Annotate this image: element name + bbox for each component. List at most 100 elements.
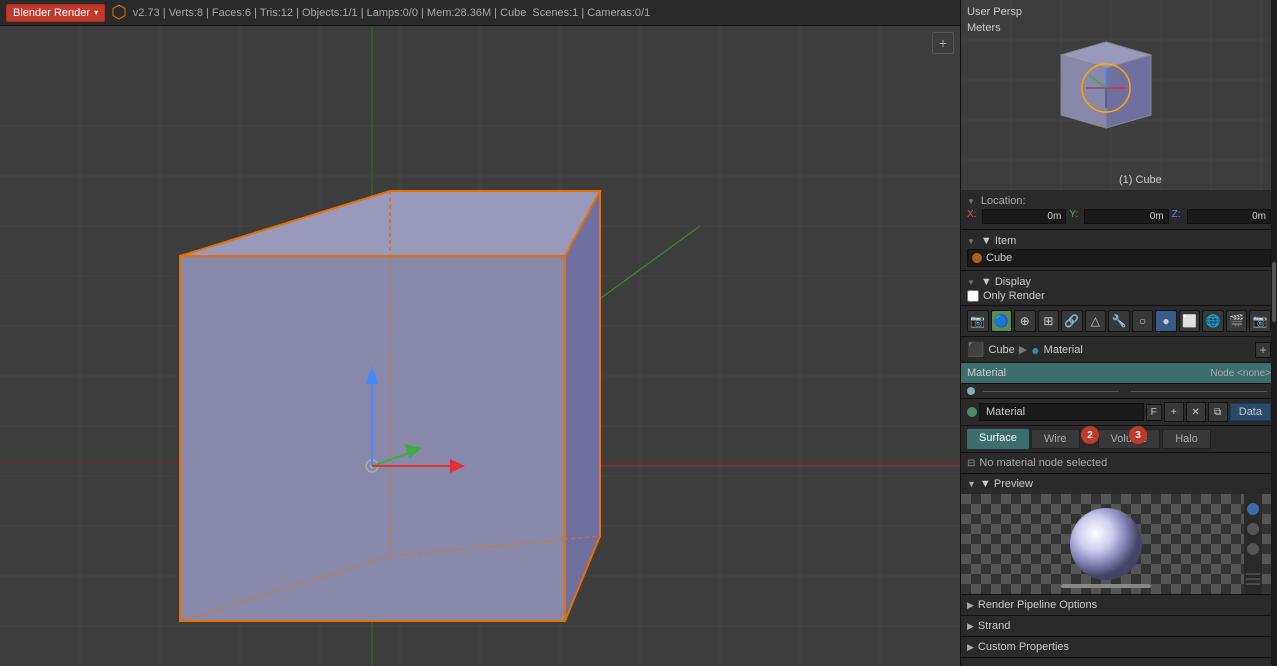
modifiers-icon-btn[interactable]: 🔧 <box>1108 310 1130 332</box>
item-section: ▼ ▼ Item Cube <box>961 230 1277 271</box>
topbar-scene-info: Scenes:1 | Cameras:0/1 <box>532 7 650 19</box>
material-panel: Material Node <none> Material F + ✕ ⧉ Da… <box>961 363 1277 666</box>
particle-icon-btn[interactable]: ⊕ <box>1014 310 1036 332</box>
svg-text:(1) Cube: (1) Cube <box>1119 174 1162 186</box>
no-node-icon: ⊟ <box>967 458 975 469</box>
render-icon-btn[interactable]: 📷 <box>1249 310 1271 332</box>
cube-icon: ⬛ <box>967 341 984 358</box>
mini-viewport: (1) Cube User Persp Meters <box>961 0 1277 190</box>
properties-area: ▼ Location: X: 0m Y: 0m Z: 0m <box>961 190 1277 230</box>
item-color-dot <box>972 253 982 263</box>
viewport-expand-btn[interactable]: + <box>932 32 954 54</box>
custom-properties-label: Custom Properties <box>978 641 1069 653</box>
item-name: Cube <box>986 252 1012 264</box>
blender-logo: ⬡ <box>111 2 127 23</box>
x-coord-label: X: <box>967 209 979 224</box>
preview-checkerboard <box>961 494 1277 594</box>
preview-arrow: ▼ <box>967 479 976 489</box>
material-f-label: F <box>1146 404 1162 421</box>
material-sep-line <box>983 391 1119 392</box>
only-render-row: Only Render <box>967 290 1271 302</box>
y-coord-label: Y: <box>1069 209 1081 224</box>
material-node-label: Node <none> <box>1210 368 1271 379</box>
material-x-btn[interactable]: ✕ <box>1186 402 1206 422</box>
display-header-row: ▼ ▼ Display <box>967 276 1271 288</box>
right-panel: (1) Cube User Persp Meters ▼ Location: X… <box>960 0 1277 666</box>
strand-label: Strand <box>978 620 1010 632</box>
render-engine-label: Blender Render <box>13 7 90 19</box>
only-render-checkbox[interactable] <box>967 290 979 302</box>
preview-header[interactable]: ▼ ▼ Preview <box>961 474 1277 494</box>
viewport-grid <box>0 26 960 666</box>
material-sep-line-2 <box>1131 391 1267 392</box>
y-coord-value[interactable]: 0m <box>1084 209 1168 224</box>
no-node-text: No material node selected <box>979 457 1107 469</box>
no-node-message: ⊟ No material node selected <box>961 453 1277 474</box>
material-data-btn[interactable]: Data <box>1230 403 1271 421</box>
mini-viewport-units-label: Meters <box>967 22 1001 34</box>
wire-tab[interactable]: Wire <box>1031 429 1080 449</box>
render-pipeline-arrow: ▶ <box>967 600 974 611</box>
badge-2: 2 <box>1081 426 1099 444</box>
scrollbar-thumb <box>1272 262 1276 322</box>
material-plus-btn[interactable]: + <box>1164 402 1184 422</box>
topbar-stats: v2.73 | Verts:8 | Faces:6 | Tris:12 | Ob… <box>133 7 527 19</box>
only-render-label: Only Render <box>983 290 1045 302</box>
material-sphere-btn[interactable]: ● <box>1155 310 1177 332</box>
render-pipeline-section[interactable]: ▶ Render Pipeline Options <box>961 595 1277 616</box>
material-name-input[interactable]: Material <box>979 403 1144 421</box>
mini-viewport-svg: (1) Cube <box>961 0 1277 190</box>
render-engine-arrow: ▾ <box>94 8 98 17</box>
scene-icon-btn[interactable]: 🎬 <box>1226 310 1248 332</box>
main-viewport[interactable]: + <box>0 26 960 666</box>
preview-area <box>961 494 1277 594</box>
item-expand-arrow: ▼ <box>967 237 975 246</box>
material-left-label: Material <box>967 367 1006 379</box>
location-label: Location: <box>981 195 1026 207</box>
camera-icon-btn[interactable]: 📷 <box>967 310 989 332</box>
mini-viewport-perspective-label: User Persp <box>967 6 1022 18</box>
breadcrumb-arrow: ▶ <box>1019 343 1027 356</box>
material-copy-btn[interactable]: ⧉ <box>1208 402 1228 422</box>
material-name-row: Material F + ✕ ⧉ Data <box>961 399 1277 426</box>
constraints-icon-btn[interactable]: 🔗 <box>1061 310 1083 332</box>
item-header-row: ▼ ▼ Item <box>967 235 1271 247</box>
breadcrumb-material: Material <box>1044 344 1083 356</box>
z-coord-value[interactable]: 0m <box>1187 209 1271 224</box>
location-inputs: X: 0m Y: 0m Z: 0m <box>967 209 1271 224</box>
z-coord-label: Z: <box>1172 209 1184 224</box>
object-icon-btn[interactable]: ○ <box>1132 310 1154 332</box>
render-pipeline-label: Render Pipeline Options <box>978 599 1097 611</box>
display-section: ▼ ▼ Display Only Render <box>961 271 1277 306</box>
material-color-dot <box>967 407 977 417</box>
location-label-row: ▼ Location: <box>967 195 1271 207</box>
preview-label: ▼ Preview <box>980 478 1033 490</box>
custom-properties-section[interactable]: ▶ Custom Properties <box>961 637 1277 658</box>
data-icon-btn[interactable]: △ <box>1085 310 1107 332</box>
surface-tab[interactable]: Surface <box>967 429 1029 449</box>
top-bar: Blender Render ▾ ⬡ v2.73 | Verts:8 | Fac… <box>0 0 960 26</box>
strand-arrow: ▶ <box>967 621 974 632</box>
texture-icon-btn[interactable]: ⬜ <box>1179 310 1201 332</box>
world-icon-btn[interactable]: 🌐 <box>1202 310 1224 332</box>
breadcrumb-bar: ⬛ Cube ▶ ● Material + <box>961 337 1277 363</box>
halo-tab[interactable]: Halo <box>1162 429 1211 449</box>
custom-properties-arrow: ▶ <box>967 642 974 653</box>
material-dot <box>967 387 975 395</box>
material-icon: ● <box>1031 342 1039 358</box>
display-expand-arrow: ▼ <box>967 278 975 287</box>
badge-3: 3 <box>1129 426 1147 444</box>
location-expand-arrow: ▼ <box>967 197 975 206</box>
preview-section: ▼ ▼ Preview <box>961 474 1277 595</box>
physics-icon-btn[interactable]: ⊞ <box>1038 310 1060 332</box>
add-material-btn[interactable]: + <box>1255 342 1271 358</box>
display-label: ▼ Display <box>981 276 1031 288</box>
item-name-box[interactable]: Cube <box>967 249 1271 267</box>
material-separator-row <box>961 384 1277 399</box>
strand-section[interactable]: ▶ Strand <box>961 616 1277 637</box>
x-coord-value[interactable]: 0m <box>982 209 1066 224</box>
right-scrollbar[interactable] <box>1271 0 1277 666</box>
render-engine-select[interactable]: Blender Render ▾ <box>6 4 105 22</box>
surface-tabs: Surface Wire 2 Volume 3 Halo <box>961 426 1277 453</box>
material-icon-btn[interactable]: 🔵 <box>991 310 1013 332</box>
